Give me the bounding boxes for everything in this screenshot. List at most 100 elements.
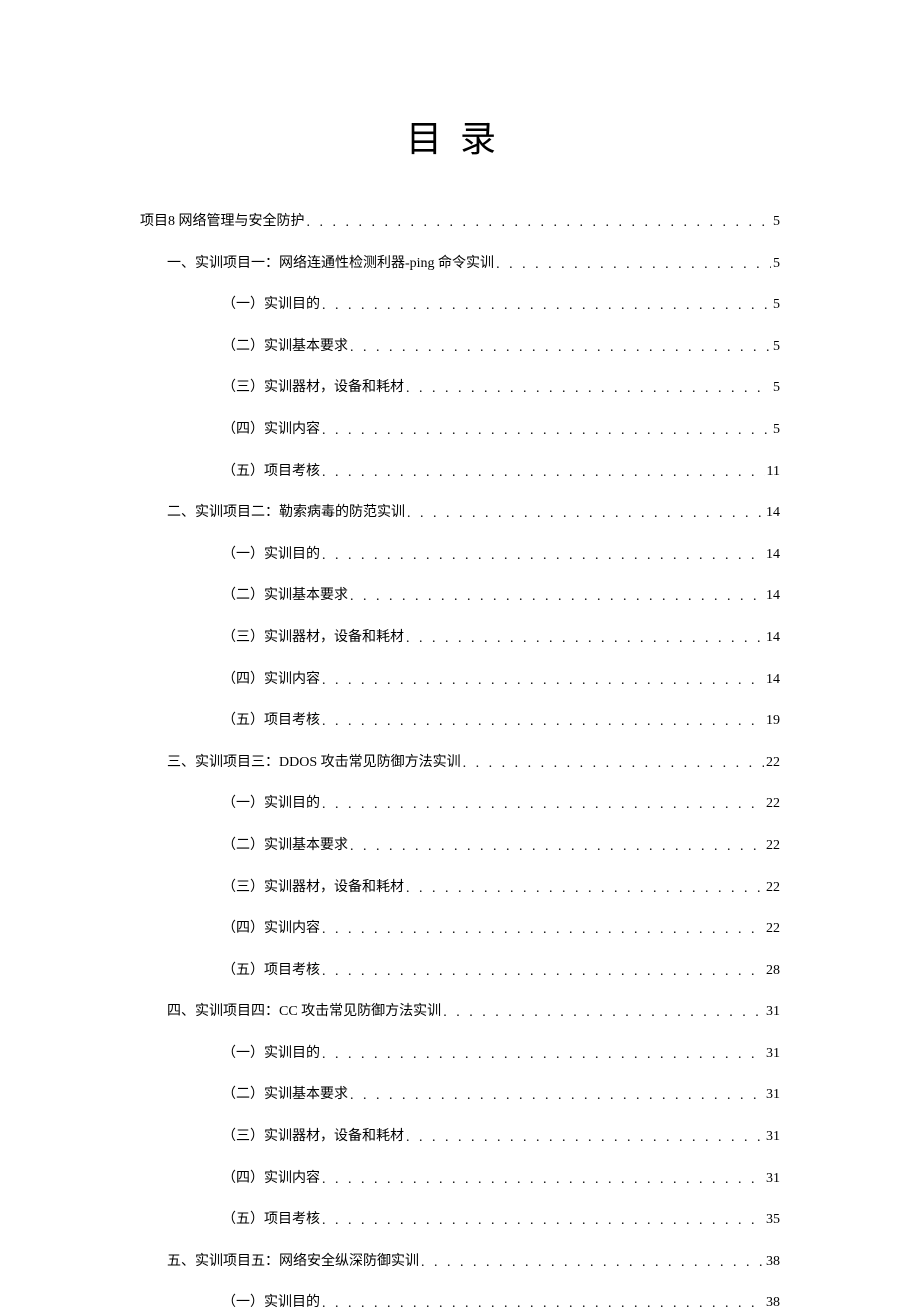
toc-entry-label: （二）实训基本要求: [222, 1085, 348, 1105]
toc-entry-label: （四）实训内容: [222, 420, 320, 440]
toc-entry-label: （三）实训器材，设备和耗材: [222, 1127, 404, 1147]
toc-entry[interactable]: （二）实训基本要求5: [222, 337, 780, 357]
toc-entry-page: 19: [766, 711, 780, 731]
toc-entry-page: 22: [766, 919, 780, 939]
toc-entry[interactable]: （四）实训内容 5: [222, 420, 780, 440]
toc-entry-page: 38: [766, 1293, 780, 1313]
toc-entry-page: 14: [766, 545, 780, 565]
toc-entry[interactable]: （四）实训内容 22: [222, 919, 780, 939]
toc-entry-page: 5: [773, 295, 780, 315]
toc-dot-leader: [322, 671, 764, 691]
toc-entry-label: （四）实训内容: [222, 1169, 320, 1189]
toc-entry-page: 14: [766, 503, 780, 523]
toc-dot-leader: [407, 504, 764, 524]
toc-entry[interactable]: （二）实训基本要求14: [222, 586, 780, 606]
toc-dot-leader: [421, 1253, 764, 1273]
toc-entry[interactable]: （一）实训目的 14: [222, 545, 780, 565]
toc-dot-leader: [322, 920, 764, 940]
toc-entry-label: 一、实训项目一：网络连通性检测利器-ping 命令实训: [167, 254, 494, 274]
toc-entry[interactable]: （三）实训器材，设备和耗材14: [222, 628, 780, 648]
toc-entry-page: 22: [766, 836, 780, 856]
toc-entry-page: 22: [766, 878, 780, 898]
toc-entry[interactable]: （二）实训基本要求 31: [222, 1085, 780, 1105]
toc-entry[interactable]: 三、实训项目三：DDOS 攻击常见防御方法实训 22: [167, 753, 780, 773]
toc-dot-leader: [322, 795, 764, 815]
toc-entry-page: 35: [766, 1210, 780, 1230]
toc-entry[interactable]: （二）实训基本要求 22: [222, 836, 780, 856]
toc-dot-leader: [406, 879, 764, 899]
toc-dot-leader: [406, 1128, 764, 1148]
toc-dot-leader: [406, 379, 771, 399]
toc-entry-page: 5: [773, 420, 780, 440]
toc-dot-leader: [463, 754, 764, 774]
toc-entry-page: 5: [773, 212, 780, 232]
toc-entry-label: （一）实训目的: [222, 1293, 320, 1313]
toc-entry[interactable]: （一）实训目的 5: [222, 295, 780, 315]
toc-dot-leader: [350, 587, 764, 607]
toc-dot-leader: [322, 1045, 764, 1065]
toc-entry-label: 四、实训项目四：CC 攻击常见防御方法实训: [167, 1002, 441, 1022]
toc-entry[interactable]: 四、实训项目四：CC 攻击常见防御方法实训 31: [167, 1002, 780, 1022]
toc-dot-leader: [443, 1003, 764, 1023]
toc-entry-label: （五）项目考核: [222, 961, 320, 981]
toc-entry-label: （一）实训目的: [222, 794, 320, 814]
toc-entry[interactable]: （三）实训器材，设备和耗材 22: [222, 878, 780, 898]
toc-entry[interactable]: （五）项目考核 35: [222, 1210, 780, 1230]
toc-dot-leader: [322, 421, 771, 441]
toc-entry-label: （四）实训内容: [222, 919, 320, 939]
page-title: 目录: [140, 110, 780, 162]
toc-entry-label: （四）实训内容: [222, 670, 320, 690]
toc-dot-leader: [350, 1086, 764, 1106]
toc-entry-page: 31: [766, 1044, 780, 1064]
table-of-contents: 项目8 网络管理与安全防护5 一、实训项目一：网络连通性检测利器-ping 命令实…: [140, 212, 780, 1313]
toc-entry[interactable]: 项目8 网络管理与安全防护5: [140, 212, 780, 232]
toc-entry[interactable]: 二、实训项目二：勒索病毒的防范实训14: [167, 503, 780, 523]
toc-entry[interactable]: （一）实训目的 38: [222, 1293, 780, 1313]
toc-entry[interactable]: （一）实训目的 22: [222, 794, 780, 814]
toc-entry-page: 14: [766, 670, 780, 690]
toc-entry[interactable]: （五）项目考核11: [222, 462, 780, 482]
toc-entry-label: （三）实训器材，设备和耗材: [222, 878, 404, 898]
toc-entry-page: 28: [766, 961, 780, 981]
toc-entry[interactable]: （四）实训内容 14: [222, 670, 780, 690]
toc-entry[interactable]: （四）实训内容 31: [222, 1169, 780, 1189]
toc-entry-page: 5: [773, 337, 780, 357]
toc-dot-leader: [322, 712, 764, 732]
toc-entry[interactable]: 五、实训项目五：网络安全纵深防御实训 38: [167, 1252, 780, 1272]
toc-entry-label: （二）实训基本要求: [222, 836, 348, 856]
toc-entry-page: 5: [773, 254, 780, 274]
toc-entry-label: 三、实训项目三：DDOS 攻击常见防御方法实训: [167, 753, 461, 773]
toc-entry-label: （一）实训目的: [222, 545, 320, 565]
toc-entry[interactable]: （五）项目考核 19: [222, 711, 780, 731]
toc-dot-leader: [496, 255, 771, 275]
toc-dot-leader: [322, 546, 764, 566]
toc-entry-label: 五、实训项目五：网络安全纵深防御实训: [167, 1252, 419, 1272]
toc-entry-page: 31: [766, 1169, 780, 1189]
toc-dot-leader: [322, 1170, 764, 1190]
toc-entry-page: 31: [766, 1127, 780, 1147]
toc-entry[interactable]: （三）实训器材，设备和耗材 31: [222, 1127, 780, 1147]
toc-entry[interactable]: （三）实训器材，设备和耗材 5: [222, 378, 780, 398]
toc-entry-page: 11: [767, 462, 780, 482]
toc-entry-label: （一）实训目的: [222, 1044, 320, 1064]
toc-entry-page: 31: [766, 1002, 780, 1022]
toc-dot-leader: [322, 463, 765, 483]
toc-entry-label: （一）实训目的: [222, 295, 320, 315]
toc-entry-label: （三）实训器材，设备和耗材: [222, 378, 404, 398]
toc-dot-leader: [406, 629, 764, 649]
toc-dot-leader: [322, 296, 771, 316]
toc-entry-page: 14: [766, 586, 780, 606]
toc-dot-leader: [322, 1211, 764, 1231]
toc-entry-label: （五）项目考核: [222, 1210, 320, 1230]
toc-entry[interactable]: （五）项目考核 28: [222, 961, 780, 981]
toc-entry[interactable]: （一）实训目的 31: [222, 1044, 780, 1064]
toc-dot-leader: [350, 338, 771, 358]
toc-entry-page: 22: [766, 794, 780, 814]
toc-entry-page: 38: [766, 1252, 780, 1272]
toc-entry-label: （五）项目考核: [222, 711, 320, 731]
toc-entry-page: 31: [766, 1085, 780, 1105]
toc-entry-page: 22: [766, 753, 780, 773]
toc-entry[interactable]: 一、实训项目一：网络连通性检测利器-ping 命令实训 5: [167, 254, 780, 274]
toc-dot-leader: [350, 837, 764, 857]
toc-entry-page: 5: [773, 378, 780, 398]
